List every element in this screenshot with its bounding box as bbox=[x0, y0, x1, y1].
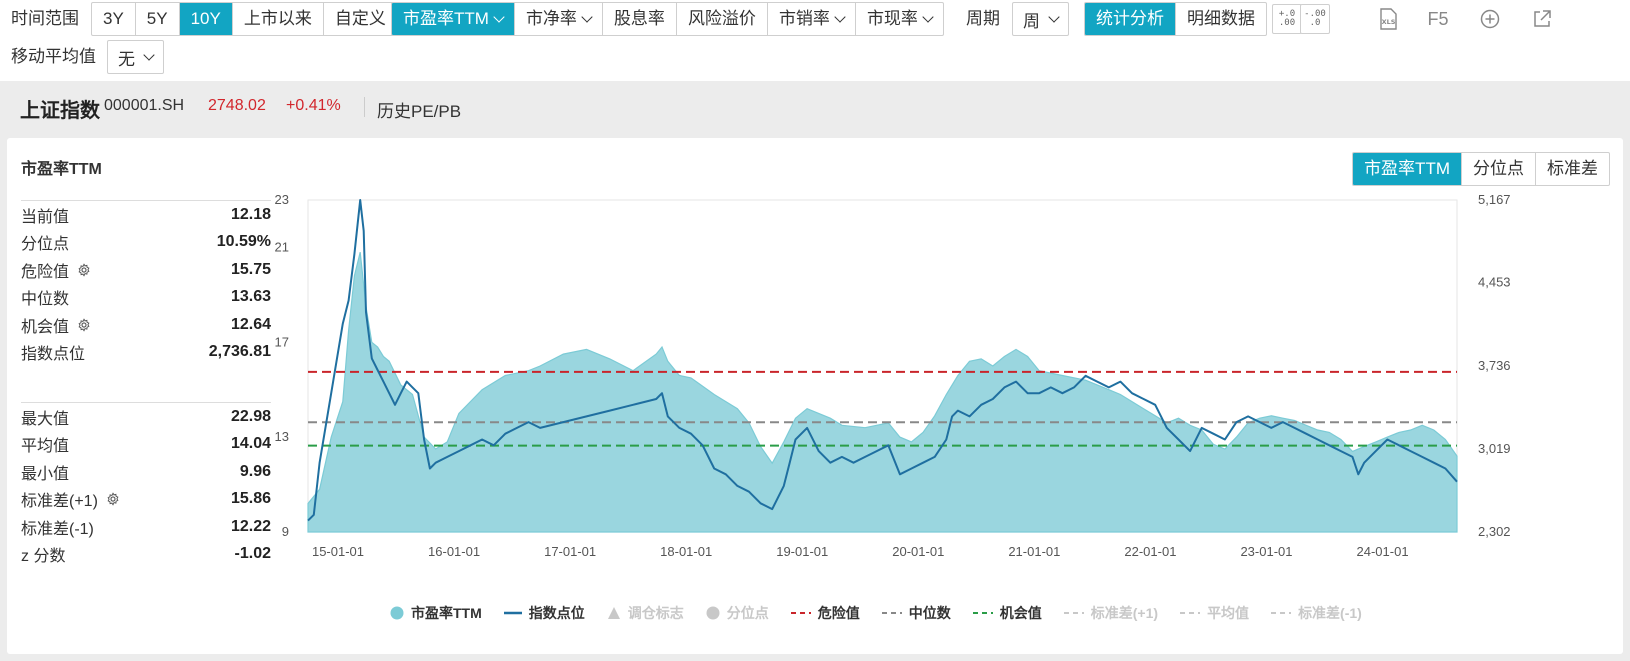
x-tick-label: 20-01-01 bbox=[892, 544, 944, 559]
x-tick-label: 16-01-01 bbox=[428, 544, 480, 559]
legend-marker-dash bbox=[1063, 612, 1084, 614]
legend-item[interactable]: 标准差(+1) bbox=[1063, 603, 1159, 623]
y-left-tick-label: 9 bbox=[282, 524, 289, 539]
legend-item[interactable]: 标准差(-1) bbox=[1271, 603, 1362, 623]
legend-marker-circle bbox=[390, 606, 404, 620]
legend-item[interactable]: 分位点 bbox=[706, 603, 769, 623]
legend-item[interactable]: 中位数 bbox=[881, 603, 951, 623]
x-tick-label: 17-01-01 bbox=[544, 544, 596, 559]
y-right-tick-label: 3,736 bbox=[1478, 358, 1511, 373]
legend-item[interactable]: 调仓标志 bbox=[607, 603, 684, 623]
legend-marker-dash bbox=[1180, 612, 1201, 614]
legend-marker-dash bbox=[881, 612, 902, 614]
legend-label: 平均值 bbox=[1207, 605, 1250, 621]
legend-label: 危险值 bbox=[817, 605, 860, 621]
legend-marker-dash bbox=[790, 612, 811, 614]
chart-legend: 市盈率TTM 指数点位 调仓标志 分位点 危险值 中位数 机会值 标准差(+1) 平均值 标准差(… bbox=[390, 603, 1362, 623]
y-left-tick-label: 21 bbox=[275, 239, 289, 254]
x-tick-label: 21-01-01 bbox=[1008, 544, 1060, 559]
y-left-tick-label: 17 bbox=[275, 334, 289, 349]
x-tick-label: 23-01-01 bbox=[1240, 544, 1292, 559]
legend-item[interactable]: 市盈率TTM bbox=[390, 603, 482, 623]
x-tick-label: 19-01-01 bbox=[776, 544, 828, 559]
legend-label: 分位点 bbox=[726, 605, 769, 621]
x-tick-label: 24-01-01 bbox=[1357, 544, 1409, 559]
legend-marker-dash bbox=[1271, 612, 1292, 614]
legend-item[interactable]: 指数点位 bbox=[503, 603, 585, 623]
y-right-tick-label: 5,167 bbox=[1478, 192, 1511, 207]
y-right-tick-label: 4,453 bbox=[1478, 275, 1511, 290]
legend-item[interactable]: 机会值 bbox=[972, 603, 1042, 623]
legend-label: 中位数 bbox=[908, 605, 951, 621]
x-tick-label: 22-01-01 bbox=[1124, 544, 1176, 559]
legend-label: 市盈率TTM bbox=[411, 605, 482, 621]
legend-marker-circle bbox=[706, 606, 720, 620]
legend-label: 标准差(+1) bbox=[1090, 605, 1159, 621]
legend-marker-line bbox=[503, 611, 522, 615]
legend-label: 指数点位 bbox=[528, 605, 585, 621]
legend-label: 标准差(-1) bbox=[1298, 605, 1362, 621]
legend-label: 机会值 bbox=[999, 605, 1042, 621]
legend-item[interactable]: 危险值 bbox=[790, 603, 860, 623]
y-right-tick-label: 3,019 bbox=[1478, 441, 1511, 456]
x-tick-label: 18-01-01 bbox=[660, 544, 712, 559]
legend-marker-dash bbox=[972, 612, 993, 614]
x-tick-label: 15-01-01 bbox=[312, 544, 364, 559]
y-left-tick-label: 13 bbox=[275, 429, 289, 444]
pe-ttm-area bbox=[307, 252, 1458, 533]
legend-marker-triangle bbox=[607, 607, 620, 619]
legend-label: 调仓标志 bbox=[627, 605, 684, 621]
legend-item[interactable]: 平均值 bbox=[1180, 603, 1249, 623]
pe-chart: 9 13 17 21 23 2,302 3,019 3,736 4,453 5,167 15-01-… bbox=[275, 192, 1511, 559]
y-left-tick-label: 23 bbox=[275, 192, 289, 207]
y-right-tick-label: 2,302 bbox=[1478, 524, 1511, 539]
